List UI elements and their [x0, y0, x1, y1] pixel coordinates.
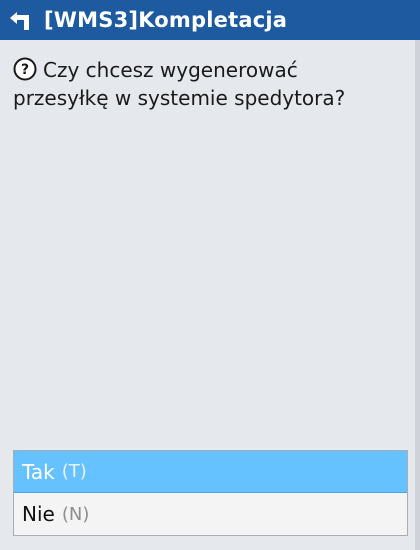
scrollbar[interactable]	[415, 40, 420, 550]
option-yes[interactable]: Tak (T)	[14, 451, 407, 493]
option-no-label: Nie	[22, 502, 55, 526]
option-yes-hotkey: (T)	[61, 461, 87, 482]
title-bar: [WMS3]Kompletacja	[0, 0, 420, 40]
question-line-1: Czy chcesz wygenerować	[43, 58, 298, 82]
svg-text:?: ?	[21, 62, 29, 78]
window-title: [WMS3]Kompletacja	[44, 8, 288, 32]
option-no[interactable]: Nie (N)	[14, 493, 407, 535]
dialog-window: [WMS3]Kompletacja ? Czy chcesz wygenerow…	[0, 0, 420, 550]
back-button[interactable]	[0, 0, 40, 40]
question-line-2: przesyłkę w systemie spedytora?	[13, 86, 346, 110]
option-yes-label: Tak	[22, 459, 55, 484]
back-arrow-icon	[10, 12, 29, 30]
question-text: ? Czy chcesz wygenerować przesyłkę w sys…	[13, 56, 403, 112]
question-circle-icon: ?	[13, 57, 37, 81]
options-list: Tak (T) Nie (N)	[13, 450, 408, 536]
option-no-hotkey: (N)	[61, 503, 90, 525]
